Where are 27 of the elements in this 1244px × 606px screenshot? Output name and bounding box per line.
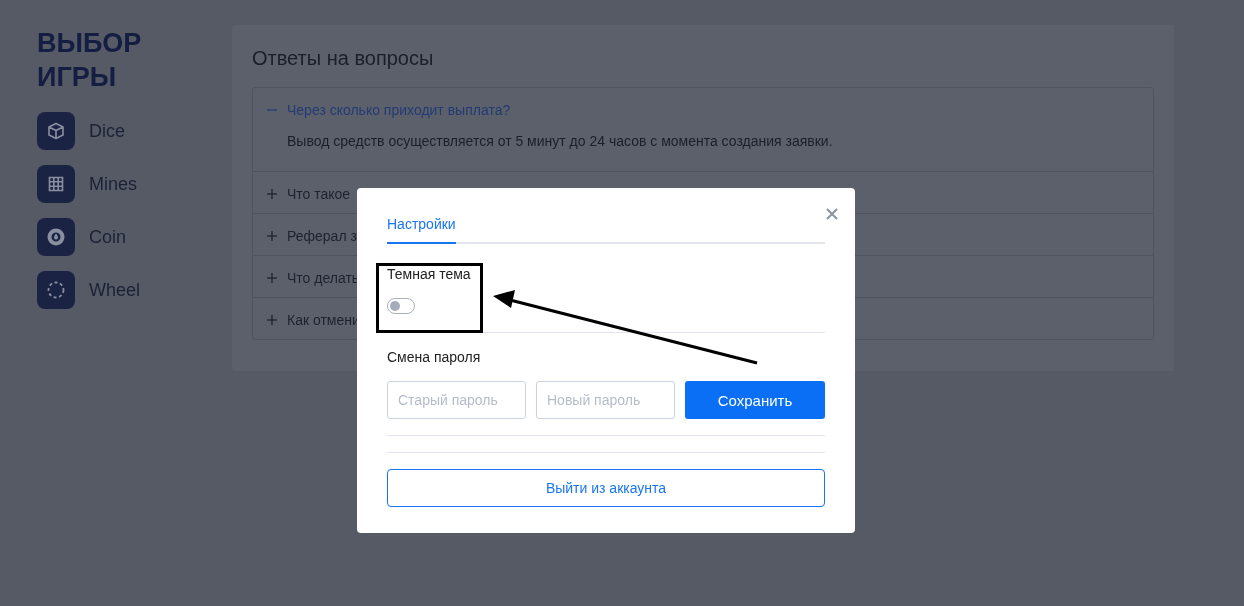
settings-tab[interactable]: Настройки xyxy=(387,210,456,244)
faq-question[interactable]: Что такое xyxy=(287,186,351,202)
game-link[interactable]: Wheel xyxy=(89,279,141,301)
faq-question[interactable]: Через сколько приходит выплата? xyxy=(287,102,511,118)
old-password-field[interactable]: Старый пароль xyxy=(387,381,526,419)
faq-answer: Вывод средств осуществляется от 5 минут до 24 часов с момента создания заявки. xyxy=(287,133,834,149)
plus-icon[interactable] xyxy=(267,273,277,283)
save-button[interactable]: Сохранить xyxy=(685,381,825,419)
game-link[interactable]: Coin xyxy=(89,226,127,248)
close-icon[interactable] xyxy=(826,208,838,220)
coin-icon[interactable] xyxy=(37,218,75,256)
plus-icon[interactable] xyxy=(267,231,277,241)
dark-theme-label: Темная тема xyxy=(387,266,472,282)
cube-icon[interactable] xyxy=(37,112,75,150)
game-link[interactable]: Dice xyxy=(89,120,125,142)
logout-button[interactable]: Выйти из аккаунта xyxy=(387,469,825,507)
grid-icon[interactable] xyxy=(37,165,75,203)
faq-question[interactable]: Реферал з xyxy=(287,228,357,244)
toggle-switch[interactable] xyxy=(387,298,415,314)
password-section-title: Смена пароля xyxy=(387,349,482,365)
new-password-field[interactable]: Новый пароль xyxy=(536,381,675,419)
plus-icon[interactable] xyxy=(267,315,277,325)
faq-title: Ответы на вопросы xyxy=(252,47,435,70)
plus-icon[interactable] xyxy=(267,189,277,199)
sidebar-title: ВЫБОР ИГРЫ xyxy=(37,27,143,94)
game-link[interactable]: Mines xyxy=(89,173,137,195)
faq-question[interactable]: Что делать xyxy=(287,270,360,286)
